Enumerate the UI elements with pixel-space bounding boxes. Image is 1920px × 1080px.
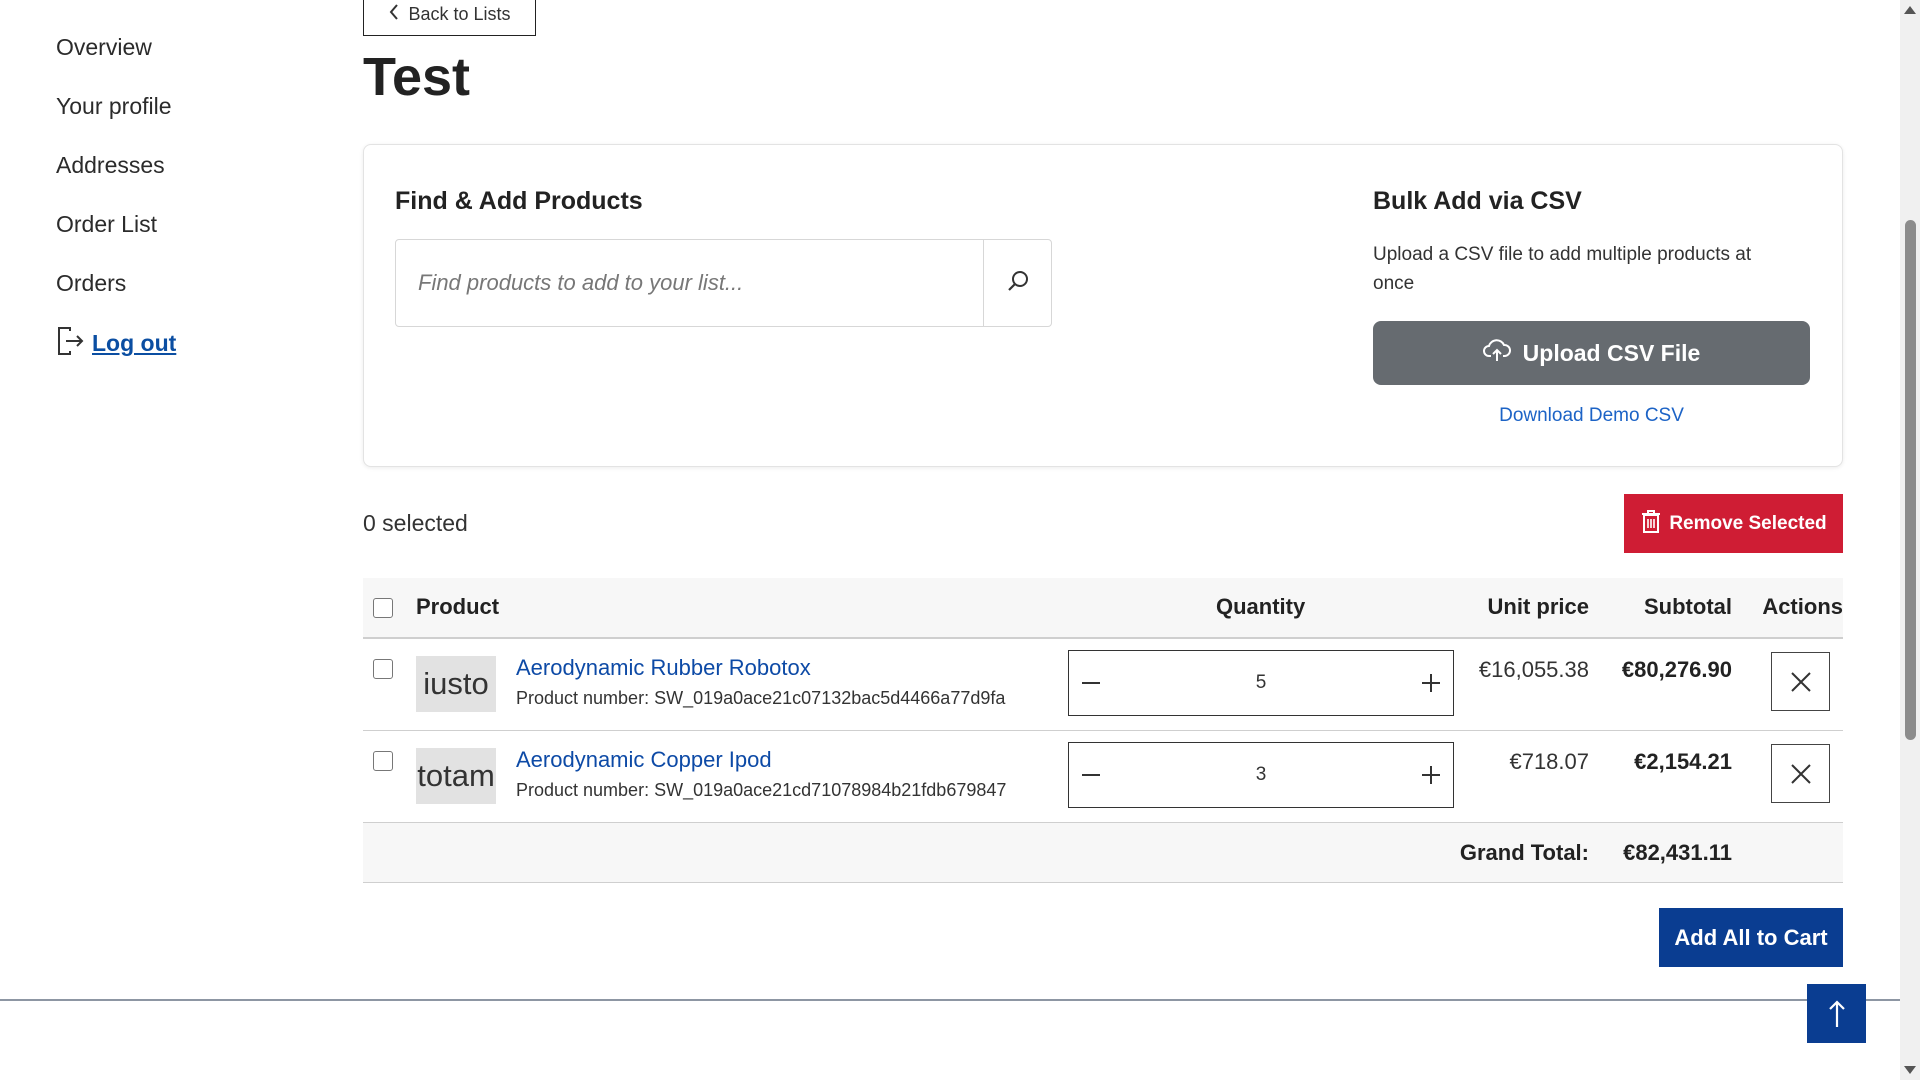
bulk-add-description: Upload a CSV file to add multiple produc… xyxy=(1373,244,1752,294)
header-subtotal: Subtotal xyxy=(1644,594,1732,619)
upload-csv-button[interactable]: Upload CSV File xyxy=(1373,321,1810,385)
quantity-stepper: 3 xyxy=(1068,742,1454,808)
increase-quantity-button[interactable] xyxy=(1409,651,1453,715)
increase-quantity-button[interactable] xyxy=(1409,743,1453,807)
sidebar-item-overview[interactable]: Overview xyxy=(56,34,306,93)
footer-divider xyxy=(0,999,1900,1001)
header-product: Product xyxy=(416,594,500,619)
row-subtotal: €2,154.21 xyxy=(1634,749,1732,774)
account-sidebar: Overview Your profile Addresses Order Li… xyxy=(56,26,306,362)
table-row: totam Aerodynamic Copper Ipod Product nu… xyxy=(363,731,1843,823)
product-search xyxy=(395,239,1052,327)
sidebar-item-orders[interactable]: Orders xyxy=(56,270,306,329)
header-quantity: Quantity xyxy=(1216,594,1306,619)
grand-total-row: Grand Total: €82,431.11 xyxy=(363,823,1843,883)
plus-icon xyxy=(1422,674,1440,692)
product-number: Product number: SW_019a0ace21cd71078984b… xyxy=(516,780,1007,800)
scroll-up-icon[interactable] xyxy=(1904,6,1916,14)
logout-link[interactable]: Log out xyxy=(92,330,176,357)
sidebar-item-order-list[interactable]: Order List xyxy=(56,211,306,270)
order-list-table: Product Quantity Unit price Subtotal Act… xyxy=(363,578,1843,883)
close-icon xyxy=(1790,671,1811,692)
close-icon xyxy=(1790,763,1811,784)
row-checkbox[interactable] xyxy=(373,659,393,679)
remove-selected-button[interactable]: Remove Selected xyxy=(1624,494,1843,553)
search-icon xyxy=(1005,268,1031,299)
product-search-input[interactable] xyxy=(396,240,983,326)
table-row: iusto Aerodynamic Rubber Robotox Product… xyxy=(363,639,1843,731)
back-to-lists-label: Back to Lists xyxy=(408,4,511,24)
remove-item-button[interactable] xyxy=(1771,744,1830,803)
trash-icon xyxy=(1640,508,1662,540)
grand-total-value: €82,431.11 xyxy=(1623,840,1732,865)
bulk-add-title: Bulk Add via CSV xyxy=(1373,187,1582,215)
minus-icon xyxy=(1082,682,1100,684)
selected-count: 0 selected xyxy=(363,510,468,536)
product-name-link[interactable]: Aerodynamic Copper Ipod xyxy=(516,747,772,773)
logout-icon xyxy=(56,325,86,362)
search-button[interactable] xyxy=(983,240,1051,326)
scroll-to-top-button[interactable] xyxy=(1807,984,1866,1043)
unit-price: €16,055.38 xyxy=(1478,657,1589,682)
back-to-lists-button[interactable]: Back to Lists xyxy=(363,0,536,36)
product-name-link[interactable]: Aerodynamic Rubber Robotox xyxy=(516,655,811,681)
plus-icon xyxy=(1422,766,1440,784)
header-unit-price: Unit price xyxy=(1487,594,1589,619)
minus-icon xyxy=(1082,774,1100,776)
scrollbar-thumb[interactable] xyxy=(1905,220,1916,740)
decrease-quantity-button[interactable] xyxy=(1069,743,1113,807)
add-products-card: Find & Add Products Bulk Add via CSV Upl… xyxy=(363,144,1843,467)
product-thumbnail: totam xyxy=(416,748,496,804)
row-subtotal: €80,276.90 xyxy=(1621,657,1732,682)
product-thumbnail: iusto xyxy=(416,656,496,712)
remove-selected-label: Remove Selected xyxy=(1669,512,1827,534)
select-all-checkbox[interactable] xyxy=(373,598,393,618)
product-number: Product number: SW_019a0ace21c07132bac5d… xyxy=(516,688,1006,708)
header-actions: Actions xyxy=(1762,594,1843,619)
sidebar-item-profile[interactable]: Your profile xyxy=(56,93,306,152)
unit-price: €718.07 xyxy=(1509,749,1589,774)
quantity-value[interactable]: 3 xyxy=(1113,764,1409,786)
decrease-quantity-button[interactable] xyxy=(1069,651,1113,715)
remove-item-button[interactable] xyxy=(1771,652,1830,711)
upload-csv-label: Upload CSV File xyxy=(1522,339,1701,366)
sidebar-item-addresses[interactable]: Addresses xyxy=(56,152,306,211)
quantity-stepper: 5 xyxy=(1068,650,1454,716)
add-all-to-cart-button[interactable]: Add All to Cart xyxy=(1659,908,1843,967)
arrow-up-icon xyxy=(1828,999,1845,1027)
find-products-title: Find & Add Products xyxy=(395,187,643,215)
cloud-upload-icon xyxy=(1482,337,1511,369)
quantity-value[interactable]: 5 xyxy=(1113,672,1409,694)
scroll-down-icon[interactable] xyxy=(1904,1066,1916,1074)
table-header: Product Quantity Unit price Subtotal Act… xyxy=(363,578,1843,639)
download-demo-csv-link[interactable]: Download Demo CSV xyxy=(1373,405,1810,427)
page-title: Test xyxy=(363,47,471,107)
grand-total-label: Grand Total: xyxy=(1459,840,1589,865)
chevron-left-icon xyxy=(388,3,400,26)
logout-row: Log out xyxy=(56,325,306,362)
row-checkbox[interactable] xyxy=(373,751,393,771)
page-scrollbar[interactable] xyxy=(1900,0,1920,1080)
